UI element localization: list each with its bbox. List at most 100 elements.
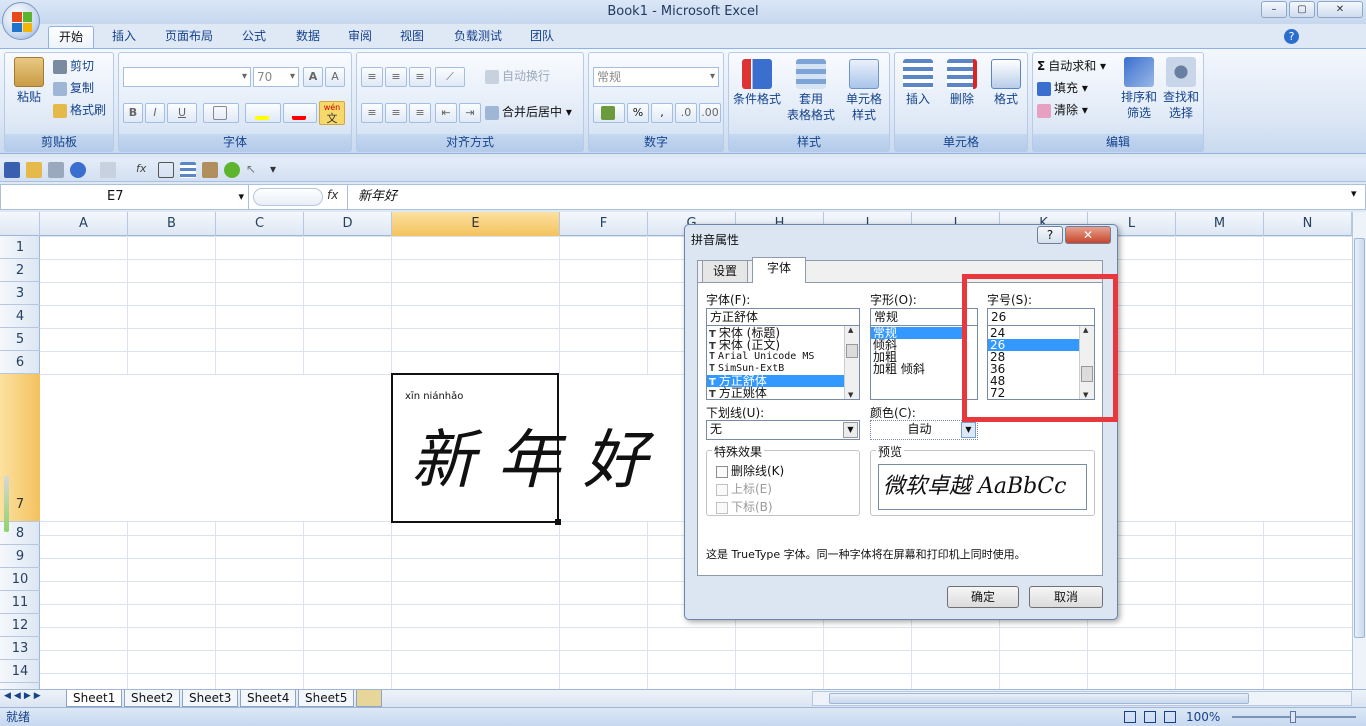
row-header[interactable]: 4 <box>0 305 40 328</box>
delete-cells-button[interactable]: 删除 <box>941 59 983 107</box>
superscript-box[interactable] <box>716 483 728 496</box>
open-icon[interactable] <box>26 162 42 178</box>
grow-font-button[interactable]: A <box>303 67 323 87</box>
tab-font[interactable]: 字体 <box>752 257 806 283</box>
insert-sheet-icon[interactable] <box>356 690 382 707</box>
autosum-button[interactable]: Σ 自动求和 ▾ <box>1037 57 1106 75</box>
align-left-button[interactable]: ≡ <box>361 103 383 123</box>
column-header[interactable]: E <box>392 212 560 236</box>
fill-color-button[interactable] <box>245 103 281 123</box>
formula-input[interactable]: 新年好 <box>347 185 1353 209</box>
align-bottom-button[interactable]: ≡ <box>409 67 431 87</box>
globe-icon[interactable] <box>224 162 240 178</box>
row-header[interactable]: 12 <box>0 614 40 637</box>
decrease-indent-button[interactable]: ⇤ <box>435 103 457 123</box>
pointer-icon[interactable]: ↖ <box>246 162 262 178</box>
font-list-scrollbar[interactable] <box>844 326 859 399</box>
row-header[interactable]: 13 <box>0 637 40 660</box>
list-item[interactable]: T Arial Unicode MS <box>707 351 859 363</box>
list-item[interactable]: T 宋体 (正文) <box>707 339 859 352</box>
align-top-button[interactable]: ≡ <box>361 67 383 87</box>
column-header[interactable]: N <box>1264 212 1352 236</box>
row-header[interactable]: 1 <box>0 236 40 259</box>
tab-review[interactable]: 审阅 <box>338 26 382 48</box>
minimize-button[interactable]: – <box>1261 1 1287 18</box>
font-input[interactable]: 方正舒体 <box>706 308 860 326</box>
tab-formulas[interactable]: 公式 <box>232 26 276 48</box>
column-header[interactable]: C <box>216 212 304 236</box>
tab-home[interactable]: 开始 <box>48 26 94 48</box>
function-icon[interactable]: fx <box>136 162 152 178</box>
horizontal-scroll-thumb[interactable] <box>829 693 1249 704</box>
color-dropdown-icon[interactable]: ▼ <box>961 422 976 438</box>
office-button[interactable] <box>2 2 40 40</box>
find-select-button[interactable]: 查找和 选择 <box>1161 57 1201 121</box>
copy-button[interactable]: 复制 <box>53 79 94 97</box>
border-button[interactable] <box>203 103 239 123</box>
row-header[interactable]: 6 <box>0 351 40 374</box>
shrink-font-button[interactable]: A <box>325 67 345 87</box>
percent-button[interactable]: % <box>627 103 649 123</box>
row-header[interactable]: 14 <box>0 660 40 683</box>
format-painter-button[interactable]: 格式刷 <box>53 101 106 119</box>
font-size-combo[interactable]: 70 <box>253 67 299 87</box>
sheet-tab[interactable]: Sheet4 <box>240 690 297 707</box>
cut-button[interactable]: 剪切 <box>53 57 94 75</box>
cancel-button[interactable]: 取消 <box>1029 586 1103 608</box>
formula-bar-splitter[interactable] <box>253 188 323 206</box>
horizontal-scrollbar[interactable] <box>812 691 1352 706</box>
align-middle-button[interactable]: ≡ <box>385 67 407 87</box>
align-center-button[interactable]: ≡ <box>385 103 407 123</box>
cell-styles-button[interactable]: 单元格 样式 <box>839 59 889 123</box>
subscript-checkbox[interactable]: 下标(B) <box>716 498 773 515</box>
tab-team[interactable]: 团队 <box>520 26 564 48</box>
row-header[interactable]: 2 <box>0 259 40 282</box>
increase-indent-button[interactable]: ⇥ <box>459 103 481 123</box>
underline-button[interactable]: U <box>167 103 197 123</box>
bold-button[interactable]: B <box>123 103 143 123</box>
underline-dropdown-icon[interactable]: ▼ <box>843 422 858 438</box>
zoom-level[interactable]: 100% <box>1186 708 1220 726</box>
tab-page-layout[interactable]: 页面布局 <box>156 26 222 48</box>
save-icon[interactable] <box>4 162 20 178</box>
number-format-combo[interactable]: 常规 <box>593 67 719 87</box>
zoom-slider-handle[interactable] <box>1290 711 1296 723</box>
macro-icon[interactable] <box>202 162 218 178</box>
format-cells-button[interactable]: 格式 <box>985 59 1027 107</box>
strikethrough-box[interactable] <box>716 465 728 478</box>
clear-button[interactable]: 清除 ▾ <box>1037 101 1088 119</box>
dialog-help-button[interactable]: ? <box>1037 226 1063 244</box>
tab-data[interactable]: 数据 <box>286 26 330 48</box>
column-header[interactable]: B <box>128 212 216 236</box>
conditional-format-button[interactable]: 条件格式 <box>731 59 783 107</box>
fill-button[interactable]: 填充 ▾ <box>1037 79 1088 97</box>
rows-icon[interactable] <box>180 162 196 178</box>
orientation-button[interactable]: ⟋ <box>435 67 465 87</box>
align-right-button[interactable]: ≡ <box>409 103 431 123</box>
font-list[interactable]: T 宋体 (标题) T 宋体 (正文) T Arial Unicode MS T Sim… <box>706 325 860 400</box>
font-color-button[interactable] <box>283 103 317 123</box>
paste-button[interactable]: 粘贴 <box>9 57 49 105</box>
sheet-nav-arrows-icon[interactable]: ◀◀▶▶ <box>4 691 44 701</box>
column-header[interactable]: A <box>40 212 128 236</box>
name-box[interactable]: E7 <box>1 185 249 209</box>
sheet-tab[interactable]: Sheet1 <box>66 690 123 707</box>
print-preview-icon[interactable] <box>48 162 64 178</box>
expand-formula-icon[interactable]: ▾ <box>1351 187 1357 200</box>
underline-select[interactable]: 无 <box>706 420 860 440</box>
row-header[interactable]: 10 <box>0 568 40 591</box>
currency-button[interactable] <box>593 103 625 123</box>
vertical-scrollbar[interactable] <box>1352 212 1366 689</box>
table-grid-icon[interactable] <box>158 162 174 178</box>
strikethrough-checkbox[interactable]: 删除线(K) <box>716 462 784 479</box>
italic-button[interactable]: I <box>145 103 165 123</box>
format-as-table-button[interactable]: 套用 表格格式 <box>785 59 837 123</box>
sort-filter-button[interactable]: 排序和 筛选 <box>1119 57 1159 121</box>
font-name-combo[interactable] <box>123 67 251 87</box>
column-header[interactable]: F <box>560 212 648 236</box>
increase-decimal-button[interactable]: .0 <box>675 103 697 123</box>
merge-center-button[interactable]: 合并后居中 ▾ <box>485 103 572 121</box>
help-icon[interactable]: ? <box>1284 29 1299 44</box>
tab-view[interactable]: 视图 <box>390 26 434 48</box>
row-header[interactable]: 5 <box>0 328 40 351</box>
